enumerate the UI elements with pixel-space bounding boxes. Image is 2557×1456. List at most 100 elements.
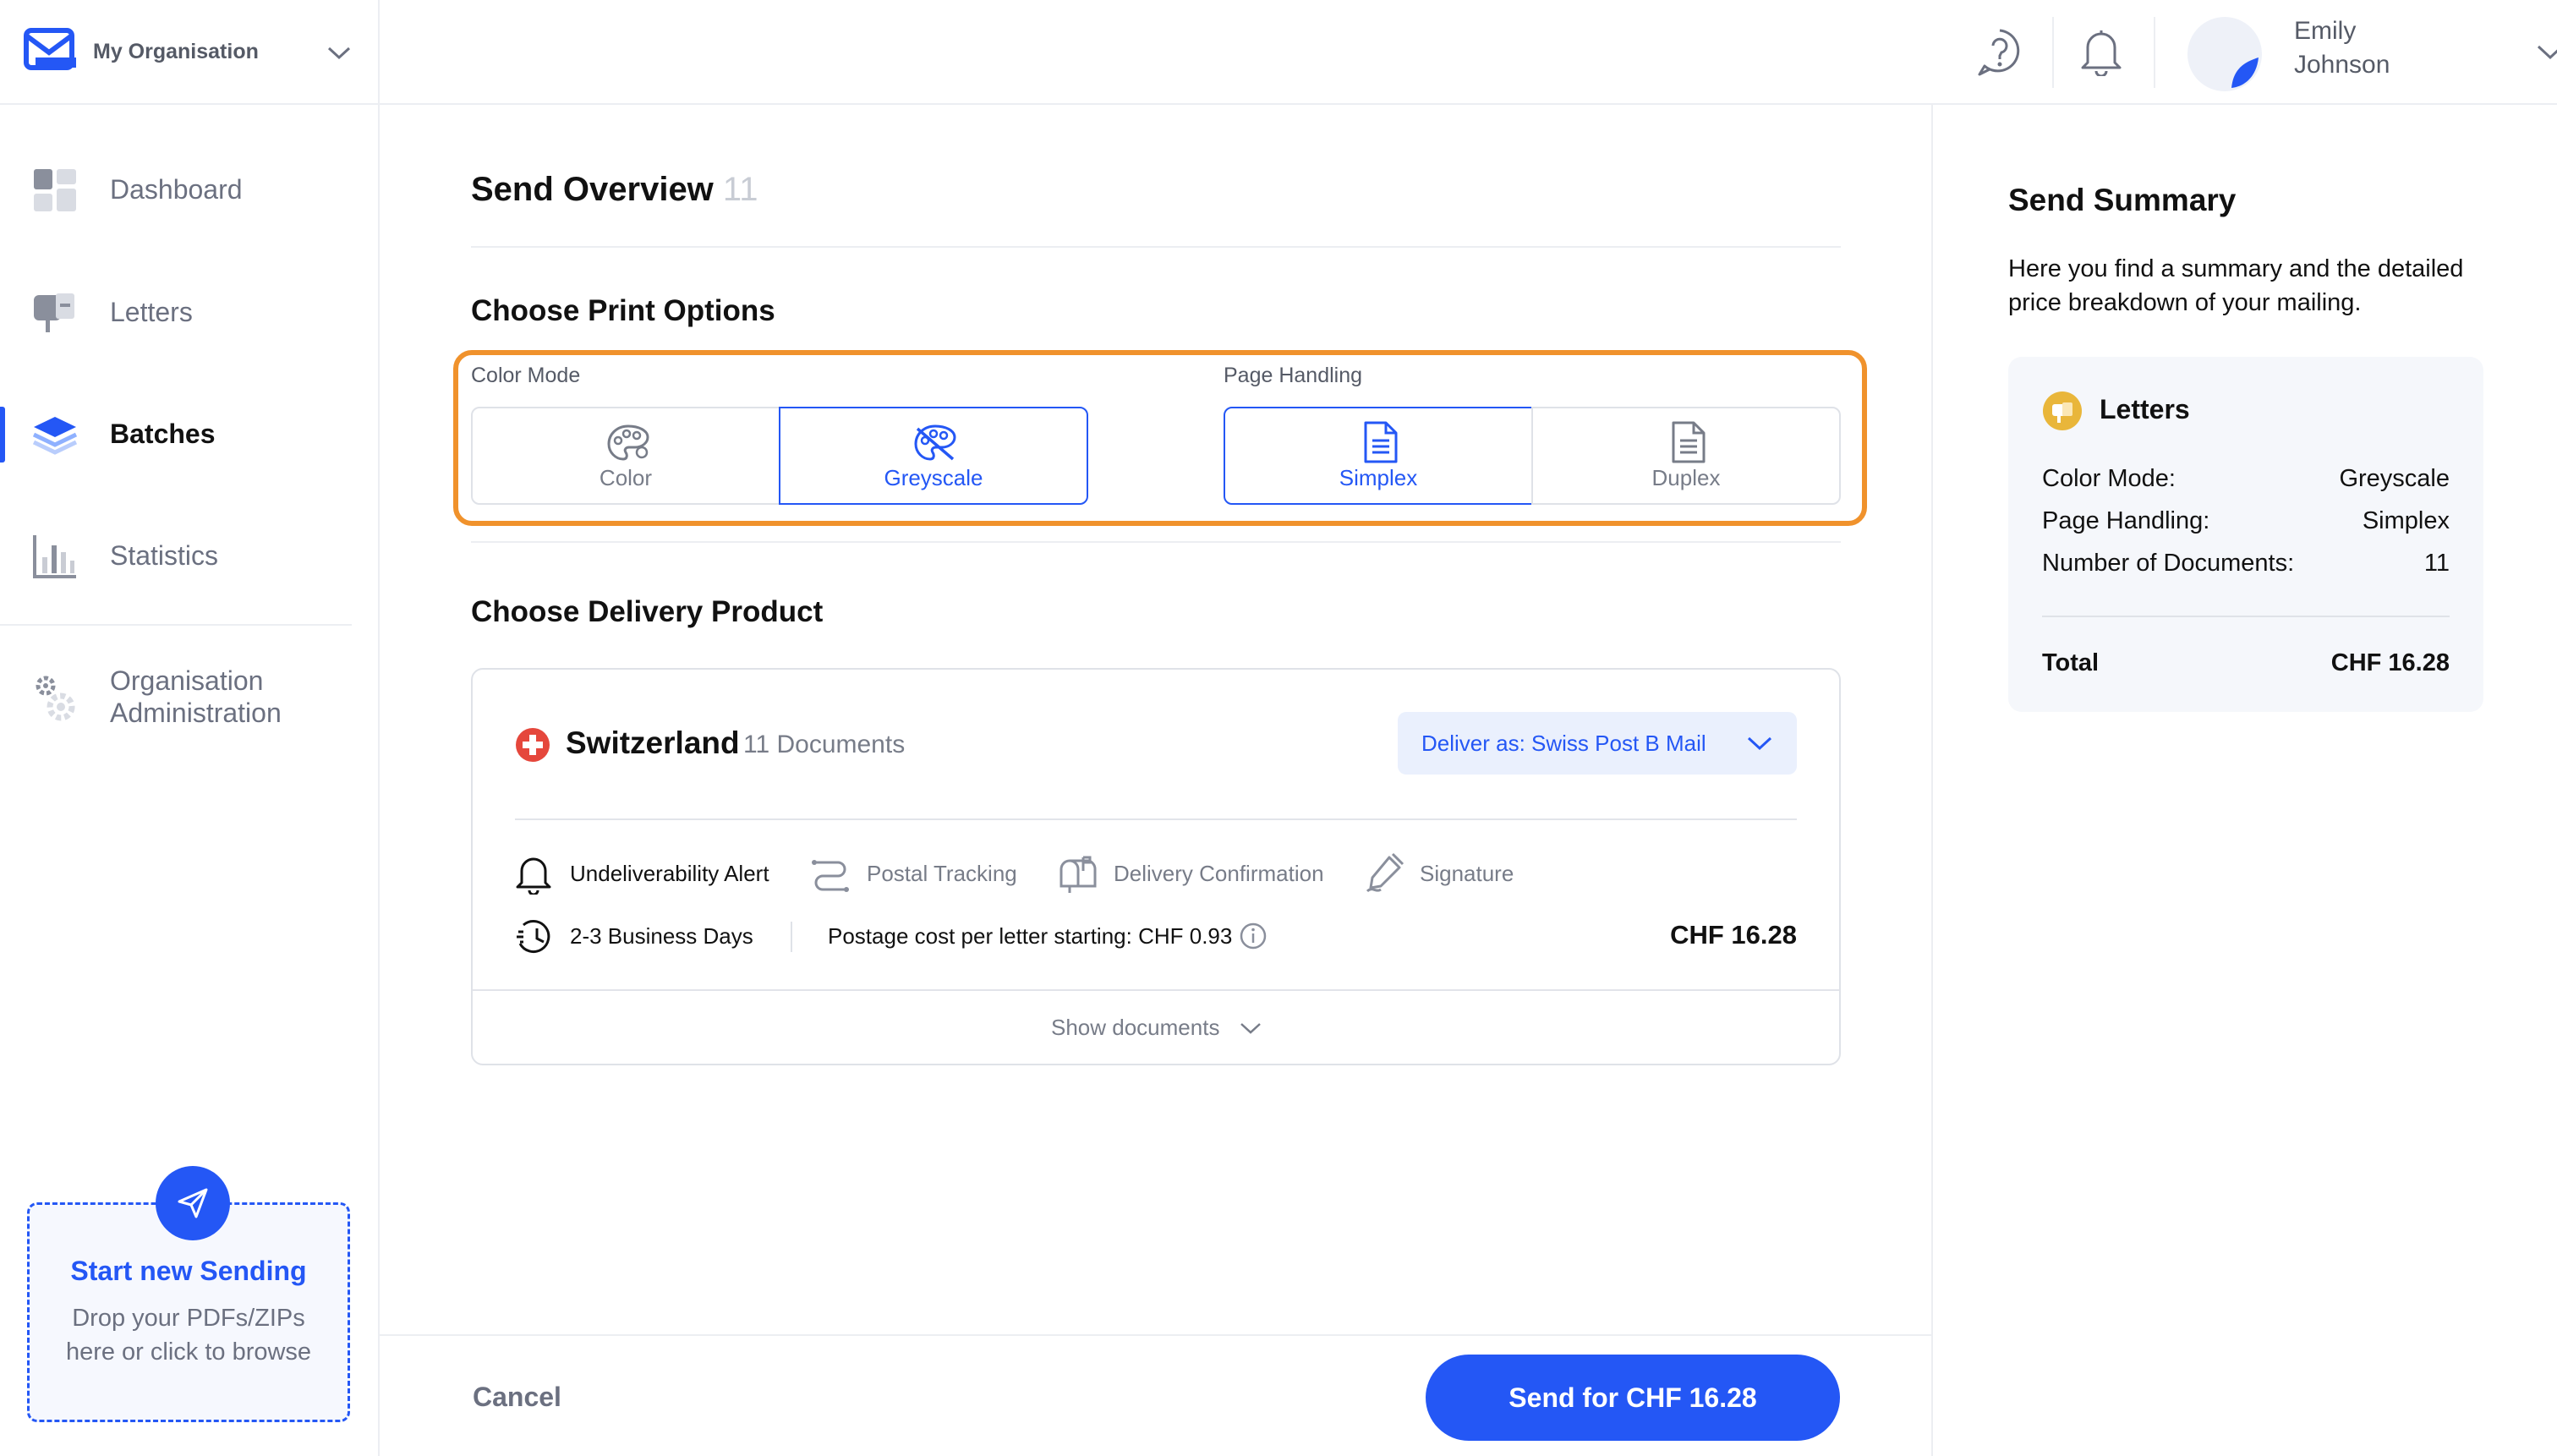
- help-icon[interactable]: [1976, 27, 2023, 78]
- page-title-count: 11: [722, 171, 758, 208]
- summary-total-label: Total: [2042, 649, 2100, 676]
- info-icon[interactable]: [1239, 922, 1268, 950]
- feature-signature: Signature: [1420, 861, 1514, 886]
- page-handling-option-simplex[interactable]: Simplex: [1224, 407, 1533, 505]
- divider: [471, 246, 1841, 248]
- summary-title: Send Summary: [2008, 183, 2237, 217]
- show-documents-label: Show documents: [1051, 1015, 1220, 1040]
- chevron-down-icon: [326, 46, 352, 61]
- send-button[interactable]: Send for CHF 16.28: [1426, 1355, 1840, 1441]
- delivery-product-title: Choose Delivery Product: [471, 595, 824, 628]
- logo-mail-icon: [24, 25, 76, 74]
- delivery-product-card: Switzerland 11 Documents Deliver as: Swi…: [471, 668, 1841, 1065]
- letters-icon: [34, 292, 76, 334]
- upload-dropzone[interactable]: Start new Sending Drop your PDFs/ZIPs he…: [27, 1166, 350, 1422]
- simplex-option-label: Simplex: [1339, 465, 1418, 490]
- summary-description-line1: Here you find a summary and the detailed: [2008, 255, 2464, 282]
- send-icon: [176, 1186, 210, 1220]
- summary-card-title: Letters: [2100, 394, 2190, 424]
- divider: [791, 922, 792, 952]
- page-handling-label: Page Handling: [1224, 364, 1363, 387]
- feature-delivery-confirmation: Delivery Confirmation: [1114, 861, 1324, 886]
- org-switcher[interactable]: My Organisation: [0, 0, 380, 105]
- delivery-price: CHF 16.28: [1670, 920, 1797, 950]
- chevron-down-icon: [1239, 1021, 1262, 1035]
- chevron-down-icon: [2536, 44, 2557, 61]
- deliver-as-select[interactable]: Deliver as: Swiss Post B Mail: [1398, 712, 1797, 775]
- summary-row-label: Number of Documents:: [2042, 550, 2295, 577]
- feature-postal-tracking: Postal Tracking: [867, 861, 1017, 886]
- sidebar-item-dashboard[interactable]: Dashboard: [0, 144, 378, 237]
- summary-total-value: CHF 16.28: [2330, 649, 2450, 676]
- topbar: Emily Johnson: [380, 0, 2557, 105]
- page-handling-option-duplex[interactable]: Duplex: [1531, 407, 1841, 505]
- postage-cost: Postage cost per letter starting: CHF 0.…: [828, 923, 1233, 949]
- sidebar-item-statistics[interactable]: Statistics: [0, 510, 378, 603]
- user-menu[interactable]: Emily Johnson: [2186, 14, 2557, 91]
- color-mode-option-color[interactable]: Color: [471, 407, 780, 505]
- active-indicator: [0, 407, 5, 463]
- org-name: My Organisation: [93, 40, 259, 63]
- sidebar-item-batches[interactable]: Batches: [0, 388, 378, 481]
- mailbox-icon: [1058, 854, 1098, 895]
- summary-row-label: Page Handling:: [2042, 507, 2210, 534]
- summary-card: Letters Color Mode: Greyscale Page Handl…: [2008, 357, 2483, 712]
- bell-icon: [515, 854, 552, 895]
- divider: [0, 624, 352, 626]
- show-documents-toggle[interactable]: Show documents: [473, 991, 1839, 1064]
- document-icon: [1362, 420, 1399, 464]
- upload-hint-line1: Drop your PDFs/ZIPs: [72, 1305, 305, 1332]
- batches-icon: [32, 413, 78, 456]
- country-name: Switzerland: [566, 725, 740, 760]
- deliver-as-value: Deliver as: Swiss Post B Mail: [1421, 731, 1706, 756]
- chevron-down-icon: [1746, 736, 1773, 753]
- sidebar-item-label: Dashboard: [110, 174, 243, 205]
- bell-icon[interactable]: [2079, 27, 2123, 76]
- divider: [515, 818, 1797, 820]
- document-icon: [1670, 420, 1707, 464]
- sidebar: My Organisation Dashboard Letters Batche…: [0, 0, 380, 1456]
- color-mode-label: Color Mode: [471, 364, 581, 387]
- summary-row-label: Color Mode:: [2042, 465, 2176, 492]
- swiss-flag-icon: [515, 727, 550, 763]
- sidebar-item-label: Letters: [110, 297, 193, 327]
- page-title-text: Send Overview: [471, 171, 714, 208]
- route-icon: [811, 856, 850, 893]
- dashboard-icon: [34, 169, 76, 211]
- gear-icon: [32, 671, 78, 724]
- avatar: [2186, 15, 2264, 93]
- print-options-title: Choose Print Options: [471, 294, 775, 327]
- summary-row-value: Simplex: [2362, 507, 2450, 534]
- feature-undeliverability-alert: Undeliverability Alert: [570, 861, 769, 886]
- action-footer: Cancel Send for CHF 16.28: [380, 1334, 1931, 1456]
- document-count: 11 Documents: [743, 731, 906, 758]
- duplex-option-label: Duplex: [1651, 465, 1721, 490]
- color-mode-option-greyscale[interactable]: Greyscale: [779, 407, 1088, 505]
- cancel-button[interactable]: Cancel: [473, 1382, 561, 1413]
- signature-icon: [1364, 852, 1404, 895]
- page-title: Send Overview 11: [471, 171, 758, 209]
- palette-icon: [606, 424, 650, 463]
- sidebar-item-organisation-administration[interactable]: Organisation Administration: [0, 651, 378, 753]
- send-summary-panel: Send Summary Here you find a summary and…: [1931, 105, 2557, 1456]
- greyscale-option-label: Greyscale: [884, 465, 983, 490]
- divider: [2154, 17, 2155, 88]
- upload-hint-line2: here or click to browse: [65, 1338, 312, 1366]
- divider: [471, 541, 1841, 543]
- summary-description-line2: price breakdown of your mailing.: [2008, 289, 2362, 316]
- summary-row-value: 11: [2423, 550, 2450, 577]
- business-days: 2-3 Business Days: [570, 923, 753, 949]
- palette-off-icon: [912, 424, 958, 463]
- letters-icon: [2042, 391, 2083, 431]
- statistics-icon: [32, 534, 78, 579]
- sidebar-item-label: Statistics: [110, 540, 219, 571]
- sidebar-item-label: Batches: [110, 419, 216, 449]
- send-button-circle[interactable]: [156, 1166, 230, 1240]
- color-option-label: Color: [599, 465, 653, 490]
- clock-icon: [515, 918, 554, 955]
- user-first-name: Emily: [2294, 17, 2357, 45]
- summary-row-value: Greyscale: [2339, 465, 2450, 492]
- sidebar-item-letters[interactable]: Letters: [0, 266, 378, 359]
- divider: [2042, 616, 2450, 617]
- sidebar-item-label: Organisation Administration: [110, 665, 282, 728]
